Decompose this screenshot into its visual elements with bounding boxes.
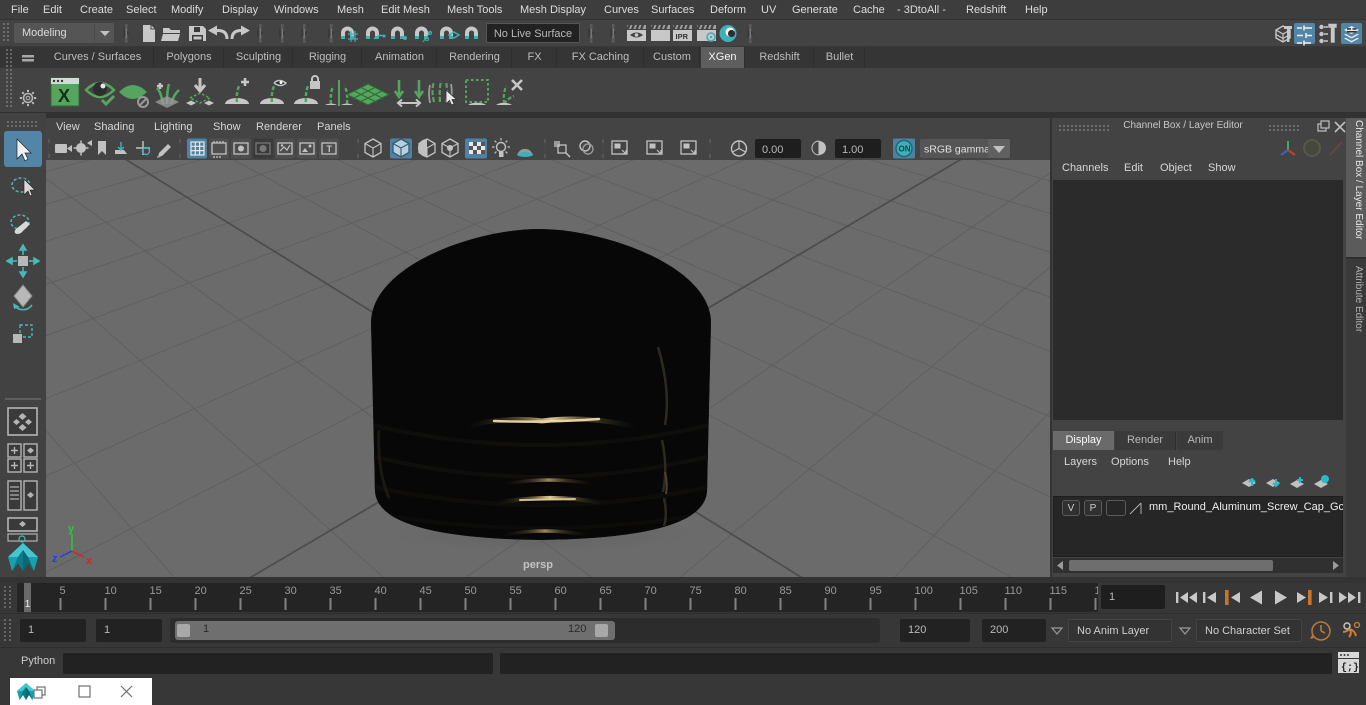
- svg-text:95: 95: [870, 585, 882, 597]
- svg-text:45: 45: [420, 585, 432, 597]
- svg-text:80: 80: [735, 585, 747, 597]
- svg-text:75: 75: [690, 585, 702, 597]
- svg-text:120: 120: [1095, 585, 1099, 597]
- svg-text:30: 30: [285, 585, 297, 597]
- svg-text:25: 25: [240, 585, 252, 597]
- svg-text:70: 70: [645, 585, 657, 597]
- svg-text:0.00: 0.00: [762, 144, 783, 156]
- svg-text:55: 55: [510, 585, 522, 597]
- svg-text:85: 85: [780, 585, 792, 597]
- svg-text:1.00: 1.00: [842, 144, 863, 156]
- svg-text:z: z: [52, 553, 58, 565]
- svg-text:5: 5: [60, 585, 66, 597]
- svg-text:ON: ON: [899, 145, 911, 154]
- svg-text:IPR: IPR: [676, 32, 689, 41]
- svg-text:persp: persp: [523, 559, 553, 571]
- svg-text:40: 40: [375, 585, 387, 597]
- svg-text:{;}: {;}: [1341, 662, 1359, 674]
- svg-text:T: T: [327, 144, 333, 154]
- svg-text:X: X: [58, 86, 70, 106]
- svg-text:y: y: [68, 523, 75, 535]
- svg-text:x: x: [86, 555, 93, 567]
- svg-text:90: 90: [825, 585, 837, 597]
- svg-text:65: 65: [600, 585, 612, 597]
- svg-text:50: 50: [465, 585, 477, 597]
- svg-text:105: 105: [960, 585, 978, 597]
- svg-text:110: 110: [1005, 585, 1023, 597]
- svg-text:35: 35: [330, 585, 342, 597]
- svg-text:60: 60: [555, 585, 567, 597]
- svg-text:10: 10: [105, 585, 117, 597]
- svg-text:20: 20: [195, 585, 207, 597]
- svg-text:115: 115: [1050, 585, 1068, 597]
- svg-text:sRGB gamma: sRGB gamma: [924, 144, 990, 156]
- svg-text:15: 15: [150, 585, 162, 597]
- svg-text:100: 100: [915, 585, 933, 597]
